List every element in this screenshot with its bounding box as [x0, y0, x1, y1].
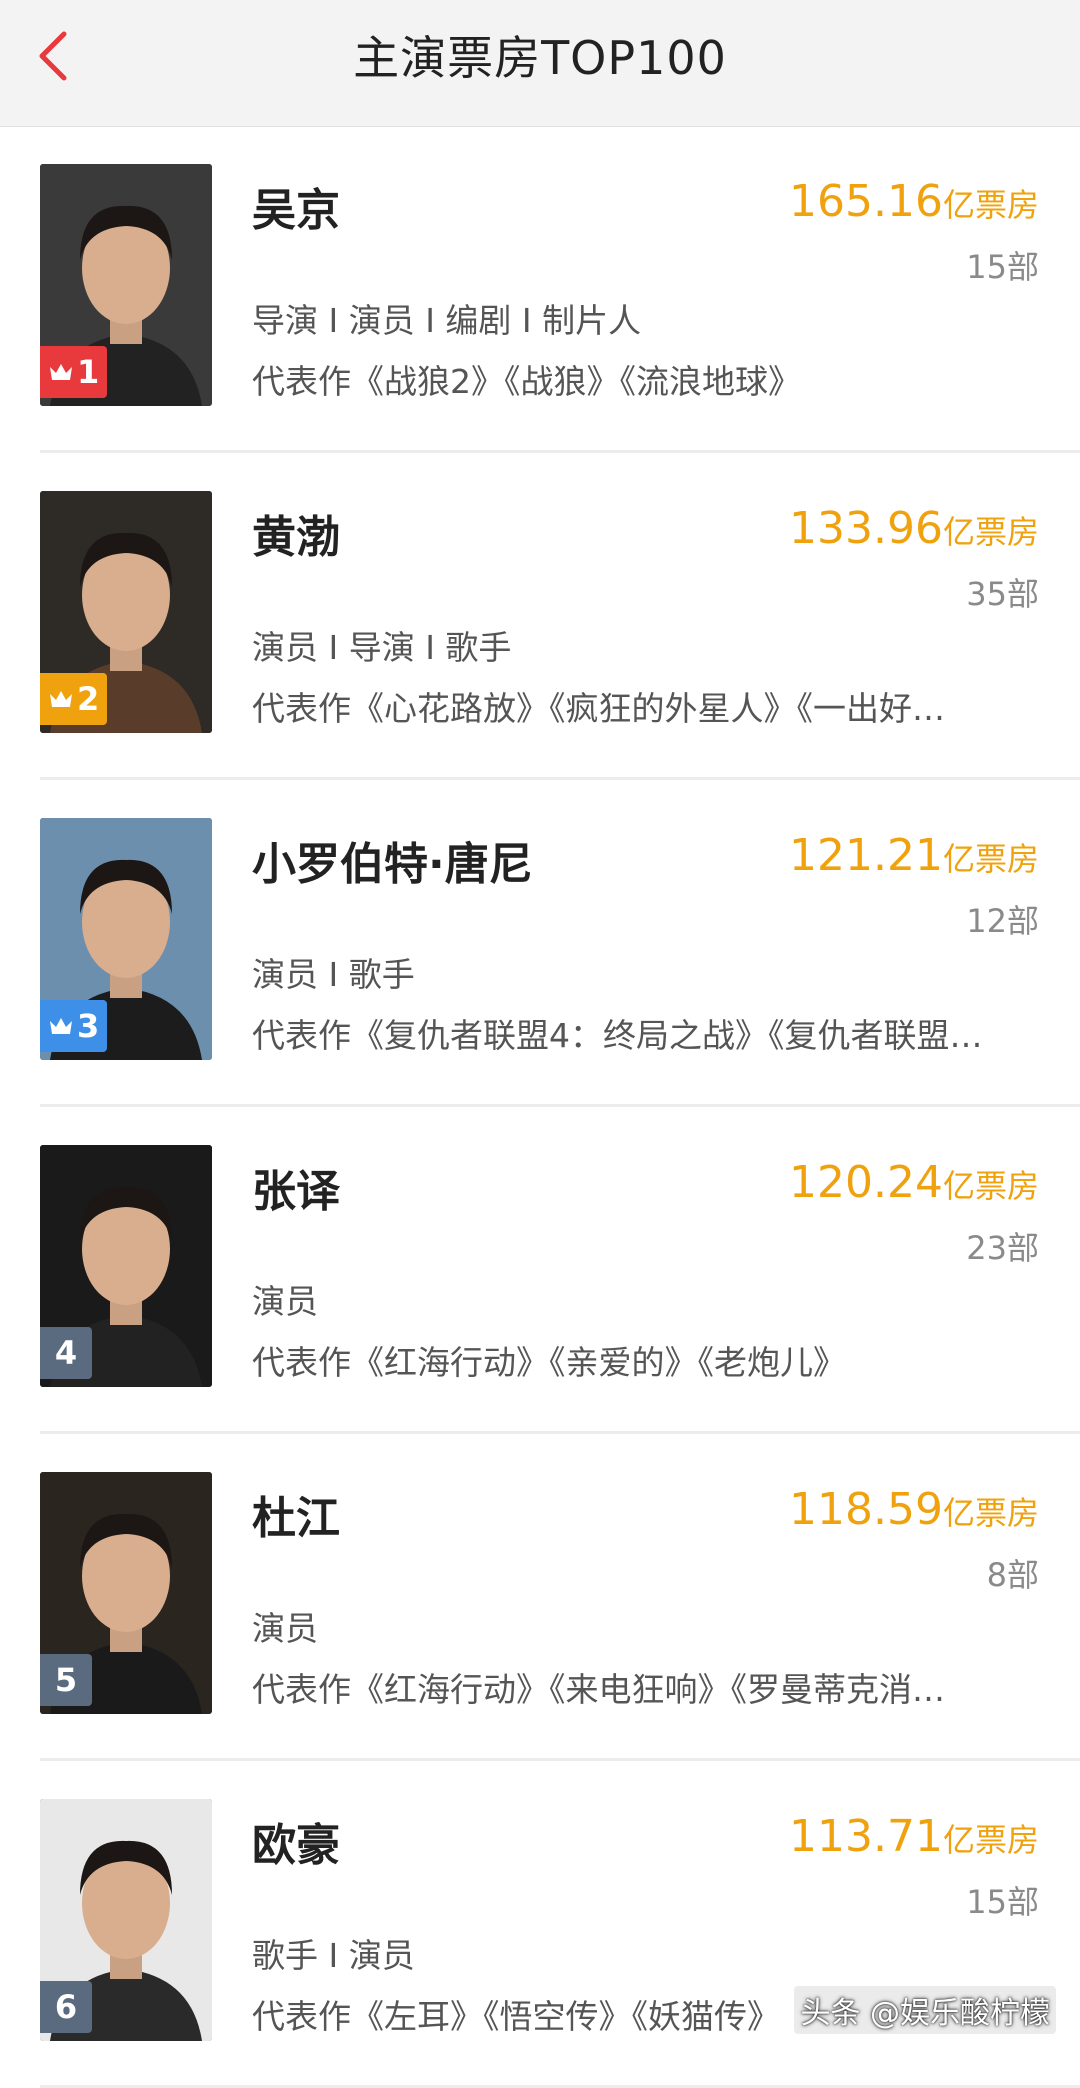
- box-office: 165.16亿票房: [789, 176, 1039, 227]
- rank-number: 3: [77, 1007, 100, 1045]
- watermark: 头条 @娱乐酸柠檬: [794, 1986, 1056, 2034]
- list-item[interactable]: 6 欧豪 113.71亿票房 15部 歌手 I 演员 代表作《左耳》《悟空传》《…: [0, 1761, 1080, 2088]
- box-office: 113.71亿票房: [789, 1811, 1039, 1862]
- list-item[interactable]: 4 张译 120.24亿票房 23部 演员 代表作《红海行动》《亲爱的》《老炮儿…: [0, 1107, 1080, 1434]
- box-office: 118.59亿票房: [789, 1484, 1039, 1535]
- app-header: 主演票房TOP100: [0, 0, 1080, 127]
- rank-badge: 3: [40, 1000, 108, 1052]
- box-office-unit: 亿票房: [942, 1821, 1039, 1859]
- rank-badge: 2: [40, 673, 108, 725]
- box-office-unit: 亿票房: [942, 186, 1039, 224]
- representative-works: 代表作《红海行动》《亲爱的》《老炮儿》: [252, 1343, 846, 1382]
- representative-works: 代表作《战狼2》《战狼》《流浪地球》: [252, 362, 801, 401]
- box-office-value: 165.16: [789, 176, 943, 227]
- actor-roles: 演员 I 导演 I 歌手: [252, 628, 512, 667]
- list-item[interactable]: 3 小罗伯特·唐尼 121.21亿票房 12部 演员 I 歌手 代表作《复仇者联…: [0, 780, 1080, 1107]
- actor-name: 黄渤: [252, 512, 340, 563]
- box-office-unit: 亿票房: [942, 1167, 1039, 1205]
- actor-name: 杜江: [252, 1493, 340, 1544]
- box-office-value: 121.21: [789, 830, 943, 881]
- rank-number: 2: [77, 680, 100, 718]
- actor-name: 欧豪: [252, 1820, 340, 1871]
- box-office-unit: 亿票房: [942, 840, 1039, 878]
- box-office-unit: 亿票房: [942, 513, 1039, 551]
- rank-badge: 4: [40, 1327, 92, 1379]
- film-count: 12部: [966, 902, 1039, 940]
- rank-badge: 5: [40, 1654, 92, 1706]
- actor-name: 小罗伯特·唐尼: [252, 839, 533, 890]
- rank-number: 5: [54, 1661, 78, 1699]
- representative-works: 代表作《心花路放》《疯狂的外星人》《一出好…: [252, 689, 945, 728]
- actor-roles: 导演 I 演员 I 编剧 I 制片人: [252, 301, 642, 340]
- page-title: 主演票房TOP100: [353, 31, 727, 85]
- rank-badge: 1: [40, 346, 108, 398]
- actor-roles: 歌手 I 演员: [252, 1936, 415, 1975]
- film-count: 35部: [966, 575, 1039, 613]
- box-office: 120.24亿票房: [789, 1157, 1039, 1208]
- box-office: 133.96亿票房: [789, 503, 1039, 554]
- box-office-value: 118.59: [789, 1484, 943, 1535]
- rank-badge: 6: [40, 1981, 92, 2033]
- actor-roles: 演员: [252, 1282, 318, 1321]
- list-item[interactable]: 1 吴京 165.16亿票房 15部 导演 I 演员 I 编剧 I 制片人 代表…: [0, 126, 1080, 453]
- representative-works: 代表作《复仇者联盟4：终局之战》《复仇者联盟…: [252, 1016, 983, 1055]
- crown-icon: [50, 1018, 72, 1034]
- list-item[interactable]: 2 黄渤 133.96亿票房 35部 演员 I 导演 I 歌手 代表作《心花路放…: [0, 453, 1080, 780]
- box-office: 121.21亿票房: [789, 830, 1039, 881]
- ranking-list: 1 吴京 165.16亿票房 15部 导演 I 演员 I 编剧 I 制片人 代表…: [0, 126, 1080, 2088]
- actor-name: 吴京: [252, 185, 340, 236]
- film-count: 15部: [966, 248, 1039, 286]
- rank-number: 4: [54, 1334, 78, 1372]
- representative-works: 代表作《红海行动》《来电狂响》《罗曼蒂克消…: [252, 1670, 945, 1709]
- box-office-value: 120.24: [789, 1157, 943, 1208]
- film-count: 8部: [986, 1556, 1039, 1594]
- film-count: 15部: [966, 1883, 1039, 1921]
- crown-icon: [50, 691, 72, 707]
- crown-icon: [50, 364, 72, 380]
- rank-number: 1: [77, 353, 100, 391]
- box-office-value: 113.71: [789, 1811, 943, 1862]
- film-count: 23部: [966, 1229, 1039, 1267]
- actor-roles: 演员 I 歌手: [252, 955, 415, 994]
- rank-number: 6: [54, 1988, 78, 2026]
- box-office-value: 133.96: [789, 503, 943, 554]
- list-item[interactable]: 5 杜江 118.59亿票房 8部 演员 代表作《红海行动》《来电狂响》《罗曼蒂…: [0, 1434, 1080, 1761]
- actor-roles: 演员: [252, 1609, 318, 1648]
- actor-name: 张译: [252, 1166, 340, 1217]
- box-office-unit: 亿票房: [942, 1494, 1039, 1532]
